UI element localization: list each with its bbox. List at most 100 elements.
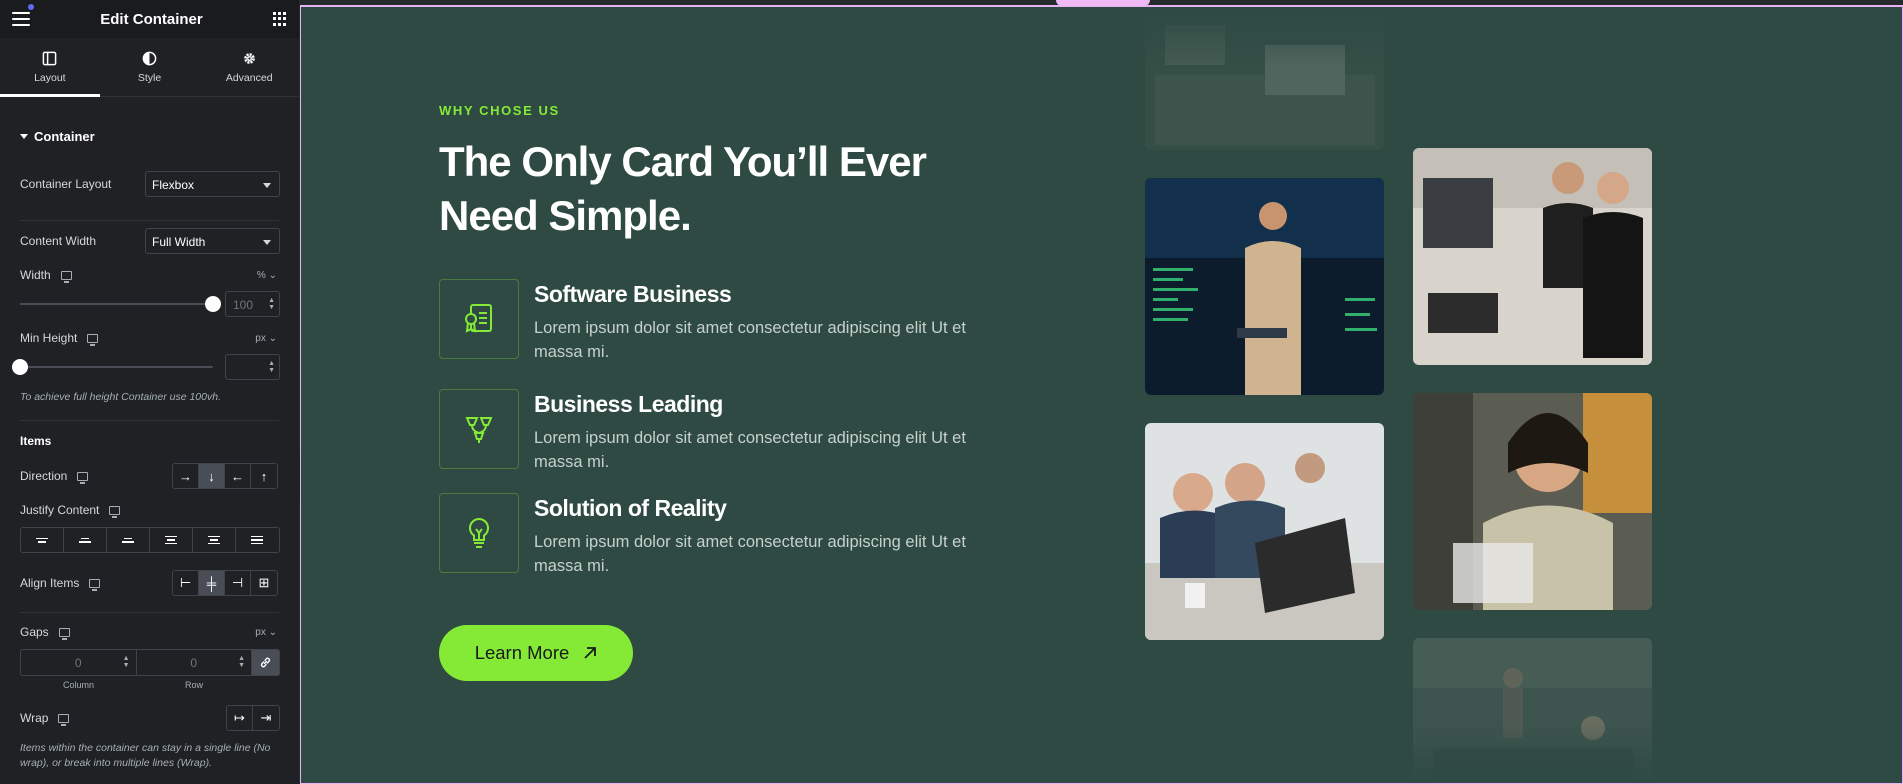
min-height-input[interactable]: ▲ ▼ xyxy=(225,354,280,380)
desktop-icon[interactable] xyxy=(58,713,70,726)
width-label: Width xyxy=(20,268,72,283)
feature-title: Business Leading xyxy=(534,391,723,417)
engineer-server-room-photo xyxy=(1145,178,1384,395)
gear-icon xyxy=(243,52,255,64)
container-layout-label: Container Layout xyxy=(20,177,112,191)
menu-icon[interactable] xyxy=(12,12,30,26)
align-stretch-icon[interactable]: ⊞ xyxy=(251,571,277,595)
widgets-grid-icon[interactable] xyxy=(272,12,287,26)
tab-layout-label: Layout xyxy=(34,71,66,84)
panel-header: Edit Container xyxy=(0,0,299,38)
justify-start-icon[interactable] xyxy=(21,528,64,552)
content-width-select[interactable]: Full Width xyxy=(145,228,280,254)
align-center-icon[interactable]: ╪ xyxy=(199,571,225,595)
stepper-icon[interactable]: ▲ ▼ xyxy=(123,655,130,669)
stepper-icon[interactable]: ▲ ▼ xyxy=(268,297,275,311)
arrow-up-right-icon xyxy=(584,647,597,659)
min-height-unit-select[interactable]: px ⌄ xyxy=(255,333,277,344)
feature-desc: Lorem ipsum dolor sit amet consectetur a… xyxy=(534,319,966,361)
layout-icon xyxy=(42,51,57,65)
width-slider[interactable] xyxy=(20,303,213,305)
container-handle[interactable] xyxy=(1056,0,1150,6)
desktop-icon[interactable] xyxy=(87,333,99,346)
direction-column-button[interactable]: ↓ xyxy=(199,464,225,488)
divider xyxy=(20,420,279,421)
tab-layout[interactable]: Layout xyxy=(0,38,100,97)
chevron-down-icon xyxy=(263,183,271,188)
feature-item: Business Leading Lorem ipsum dolor sit a… xyxy=(439,389,999,471)
justify-end-icon[interactable] xyxy=(107,528,150,552)
justify-space-between-icon[interactable] xyxy=(150,528,193,552)
min-height-hint: To achieve full height Container use 100… xyxy=(20,391,221,403)
link-icon xyxy=(260,657,271,668)
lightbulb-icon xyxy=(439,493,519,573)
justify-content-control xyxy=(20,527,280,553)
chevron-down-icon xyxy=(263,240,271,245)
wrap-hint: Items within the container can stay in a… xyxy=(20,742,271,769)
divider xyxy=(20,220,279,221)
section-heading: The Only Card You’ll Ever Need Simple. xyxy=(439,138,927,239)
gaps-inputs: 0 ▲ ▼ 0 ▲ ▼ xyxy=(20,649,280,676)
stepper-icon[interactable]: ▲ ▼ xyxy=(268,360,275,374)
justify-center-icon[interactable] xyxy=(64,528,107,552)
justify-space-evenly-icon[interactable] xyxy=(236,528,279,552)
justify-content-label: Justify Content xyxy=(20,503,121,518)
feature-desc: Lorem ipsum dolor sit amet consectetur a… xyxy=(534,533,966,575)
content-width-label: Content Width xyxy=(20,234,97,248)
feature-title: Software Business xyxy=(534,281,732,307)
link-values-button[interactable] xyxy=(252,650,279,675)
direction-label: Direction xyxy=(20,469,89,484)
gap-column-label: Column xyxy=(63,680,95,690)
wrap-control: ↦ ⇥ xyxy=(226,705,280,731)
width-input[interactable]: 100 ▲ ▼ xyxy=(225,291,280,317)
section-title: Container xyxy=(34,129,95,144)
container-layout-select[interactable]: Flexbox xyxy=(145,171,280,197)
min-height-label: Min Height xyxy=(20,331,99,346)
desktop-icon[interactable] xyxy=(77,471,89,484)
wrap-label: Wrap xyxy=(20,711,70,726)
justify-space-around-icon[interactable] xyxy=(193,528,236,552)
align-end-icon[interactable]: ⊣ xyxy=(225,571,251,595)
contrast-icon xyxy=(142,51,157,65)
direction-row-reverse-button[interactable]: ← xyxy=(225,464,251,488)
align-start-icon[interactable]: ⊢ xyxy=(173,571,199,595)
feature-desc: Lorem ipsum dolor sit amet consectetur a… xyxy=(534,429,966,471)
direction-column-reverse-button[interactable]: ↑ xyxy=(251,464,277,488)
stepper-icon[interactable]: ▲ ▼ xyxy=(238,655,245,669)
tab-style[interactable]: Style xyxy=(100,38,200,96)
desktop-icon[interactable] xyxy=(58,627,70,640)
team-photo-laptop xyxy=(1145,5,1384,150)
desktop-icon[interactable] xyxy=(89,578,101,591)
feature-item: Solution of Reality Lorem ipsum dolor si… xyxy=(439,493,999,575)
feature-item: Software Business Lorem ipsum dolor sit … xyxy=(439,279,999,361)
certificate-icon xyxy=(439,279,519,359)
gap-row-input[interactable]: 0 ▲ ▼ xyxy=(137,650,252,675)
direction-row-button[interactable]: → xyxy=(173,464,199,488)
editor-panel: Edit Container Layout Style Advanced Con… xyxy=(0,0,299,784)
min-height-slider-handle[interactable] xyxy=(12,359,28,375)
gaps-unit-select[interactable]: px ⌄ xyxy=(255,627,277,638)
gap-column-input[interactable]: 0 ▲ ▼ xyxy=(21,650,137,675)
section-eyebrow: WHY CHOSE US xyxy=(439,103,560,118)
section-container-toggle[interactable]: Container xyxy=(20,129,95,144)
desktop-icon[interactable] xyxy=(60,270,72,283)
nowrap-icon[interactable]: ↦ xyxy=(227,706,253,730)
align-items-control: ⊢ ╪ ⊣ ⊞ xyxy=(172,570,278,596)
page-canvas: WHY CHOSE US The Only Card You’ll Ever N… xyxy=(300,5,1903,784)
office-people-photo xyxy=(1413,638,1652,784)
items-heading: Items xyxy=(20,434,52,448)
funnel-icon xyxy=(439,389,519,469)
wrap-icon[interactable]: ⇥ xyxy=(253,706,279,730)
divider xyxy=(20,612,279,613)
width-unit-select[interactable]: % ⌄ xyxy=(257,270,277,281)
panel-tabs: Layout Style Advanced xyxy=(0,38,299,97)
tab-style-label: Style xyxy=(137,71,162,84)
min-height-slider[interactable] xyxy=(20,366,213,368)
gap-row-label: Row xyxy=(185,680,204,690)
tab-advanced[interactable]: Advanced xyxy=(199,38,299,96)
learn-more-label: Learn More xyxy=(474,642,570,663)
developers-laptop-photo xyxy=(1145,423,1384,640)
learn-more-button[interactable]: Learn More xyxy=(439,625,633,681)
desktop-icon[interactable] xyxy=(109,505,121,518)
width-slider-handle[interactable] xyxy=(205,296,221,312)
